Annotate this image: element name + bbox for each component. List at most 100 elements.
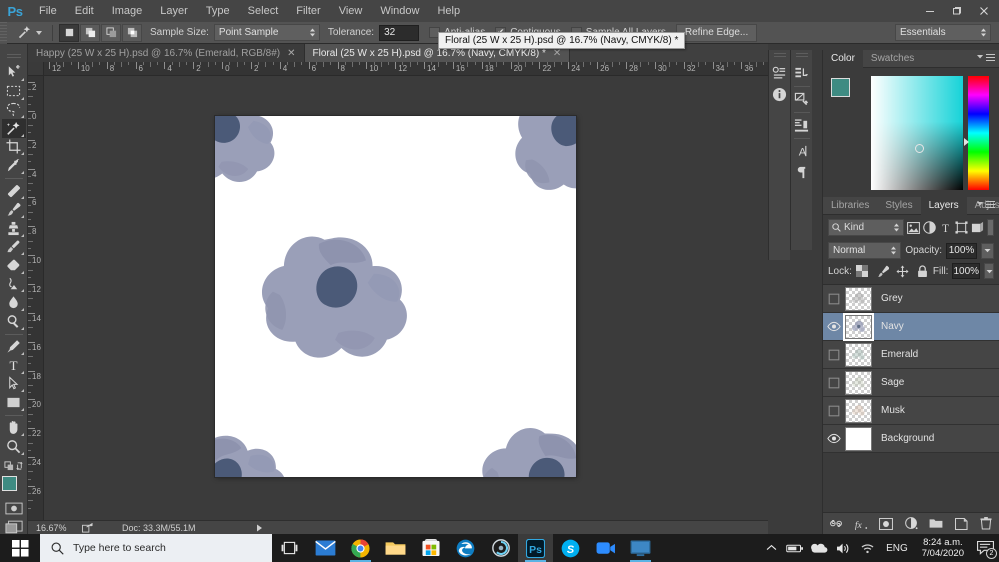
add-layer-mask-icon[interactable]: [879, 517, 893, 531]
color-panel-menu-icon[interactable]: [977, 54, 995, 62]
menu-image[interactable]: Image: [103, 0, 152, 22]
opacity-chevron-icon[interactable]: [981, 242, 994, 259]
blend-mode-select[interactable]: Normal: [828, 242, 902, 259]
share-arrow-icon[interactable]: [80, 522, 94, 533]
layer-row-sage[interactable]: Sage: [823, 369, 999, 397]
clock[interactable]: 8:24 a.m. 7/04/2020: [915, 537, 971, 559]
tolerance-input[interactable]: 32: [379, 24, 420, 41]
default-colors-and-swap-icons[interactable]: [2, 456, 26, 475]
saturation-brightness-area[interactable]: [871, 76, 963, 190]
layer-thumbnail[interactable]: [845, 342, 872, 367]
layer-row-musk[interactable]: Musk: [823, 397, 999, 425]
language-indicator[interactable]: ENG: [879, 543, 915, 554]
layer-visibility-toggle[interactable]: [823, 285, 845, 313]
zoom-tool[interactable]: [2, 437, 26, 456]
lock-transparent-pixels-icon[interactable]: [856, 265, 869, 278]
clone-stamp-tool[interactable]: [2, 219, 26, 238]
onedrive-icon[interactable]: [807, 534, 831, 562]
close-icon[interactable]: ✕: [287, 48, 295, 59]
vertical-ruler[interactable]: 2 0 2 4 6 8 10 12 14 16 18 20 22 24 26: [28, 76, 44, 520]
layer-visibility-toggle[interactable]: [823, 313, 845, 341]
menu-file[interactable]: File: [30, 0, 66, 22]
new-group-icon[interactable]: [929, 517, 943, 531]
lock-position-icon[interactable]: [896, 264, 909, 278]
dock-grip[interactable]: [773, 53, 786, 59]
history-icon[interactable]: [792, 63, 812, 84]
delete-layer-icon[interactable]: [979, 517, 993, 531]
hue-slider-marker-icon[interactable]: [964, 138, 969, 146]
layer-name[interactable]: Emerald: [881, 349, 918, 360]
layer-thumbnail[interactable]: [845, 286, 872, 311]
subtract-from-selection-button[interactable]: [101, 23, 121, 42]
horizontal-ruler[interactable]: 12 10 8 6 4 2 0 2 4 6 8 10 12 14 16 18 20 22 24 26 28 30 32 34 3…: [44, 62, 768, 76]
layer-name[interactable]: Sage: [881, 377, 904, 388]
battery-icon[interactable]: [783, 534, 807, 562]
rectangular-marquee-tool[interactable]: [2, 82, 26, 101]
pixel-filter-icon[interactable]: [907, 220, 920, 236]
layer-visibility-toggle[interactable]: [823, 341, 845, 369]
sample-size-select[interactable]: Point Sample: [213, 24, 320, 41]
rectangle-tool[interactable]: [2, 393, 26, 412]
lock-image-pixels-icon[interactable]: [876, 265, 889, 278]
horizontal-type-tool[interactable]: T: [2, 356, 26, 375]
menu-filter[interactable]: Filter: [287, 0, 329, 22]
cortana-app-icon[interactable]: [483, 534, 518, 562]
magic-wand-tool[interactable]: [1, 119, 26, 138]
menu-help[interactable]: Help: [428, 0, 469, 22]
tools-panel-grip[interactable]: [6, 54, 21, 60]
menu-edit[interactable]: Edit: [66, 0, 103, 22]
show-hidden-icons-icon[interactable]: [759, 534, 783, 562]
chrome-app-icon[interactable]: [343, 534, 378, 562]
path-selection-tool[interactable]: [2, 375, 26, 394]
pen-tool[interactable]: [2, 337, 26, 356]
workspace-select[interactable]: Essentials: [895, 24, 991, 41]
task-view-icon[interactable]: [272, 534, 306, 562]
add-to-selection-button[interactable]: [80, 23, 100, 42]
notification-center-icon[interactable]: 2: [971, 534, 999, 562]
hand-tool[interactable]: [2, 419, 26, 438]
layer-name[interactable]: Navy: [881, 321, 904, 332]
layer-name[interactable]: Background: [881, 433, 934, 444]
paragraph-icon[interactable]: [792, 162, 812, 183]
eraser-tool[interactable]: [2, 256, 26, 275]
layer-filter-toggle[interactable]: [987, 219, 994, 236]
eyedropper-tool[interactable]: [2, 156, 26, 175]
character-icon[interactable]: A: [792, 141, 812, 162]
shape-filter-icon[interactable]: [955, 220, 968, 236]
character-styles-icon[interactable]: [770, 63, 790, 84]
search-input[interactable]: Type here to search: [40, 534, 272, 562]
document-tab-happy[interactable]: Happy (25 W x 25 H).psd @ 16.7% (Emerald…: [28, 44, 305, 62]
ruler-origin[interactable]: [28, 62, 44, 76]
type-filter-icon[interactable]: T: [939, 220, 952, 236]
minimize-button[interactable]: [916, 1, 943, 21]
quick-mask-mode-icon[interactable]: [4, 502, 24, 516]
maximize-button[interactable]: [943, 1, 970, 21]
fill-input[interactable]: 100%: [952, 263, 981, 279]
dodge-tool[interactable]: [2, 312, 26, 331]
layer-row-grey[interactable]: Grey: [823, 285, 999, 313]
layer-thumbnail[interactable]: [845, 426, 872, 451]
properties-icon[interactable]: [792, 89, 812, 110]
layer-visibility-toggle[interactable]: [823, 397, 845, 425]
new-adjustment-layer-icon[interactable]: [904, 517, 918, 531]
close-icon[interactable]: ✕: [553, 48, 561, 59]
menu-window[interactable]: Window: [371, 0, 428, 22]
canvas-stage[interactable]: [44, 76, 768, 520]
smart-object-filter-icon[interactable]: [971, 220, 984, 236]
menu-type[interactable]: Type: [197, 0, 239, 22]
blur-tool[interactable]: [2, 293, 26, 312]
color-panel-swatches[interactable]: [831, 78, 861, 108]
microsoft-store-app-icon[interactable]: [413, 534, 448, 562]
color-selector-ring-icon[interactable]: [915, 144, 924, 153]
tool-preset-chevron-icon[interactable]: [36, 30, 42, 35]
new-selection-button[interactable]: [59, 23, 79, 42]
menu-select[interactable]: Select: [239, 0, 288, 22]
hue-slider[interactable]: [968, 76, 989, 190]
tab-styles[interactable]: Styles: [877, 197, 920, 215]
brush-tool[interactable]: [2, 200, 26, 219]
tab-layers[interactable]: Layers: [920, 196, 967, 215]
gradient-tool[interactable]: [2, 275, 26, 294]
link-layers-icon[interactable]: [829, 517, 843, 531]
layer-row-background[interactable]: Background: [823, 425, 999, 453]
opacity-input[interactable]: 100%: [946, 242, 977, 259]
